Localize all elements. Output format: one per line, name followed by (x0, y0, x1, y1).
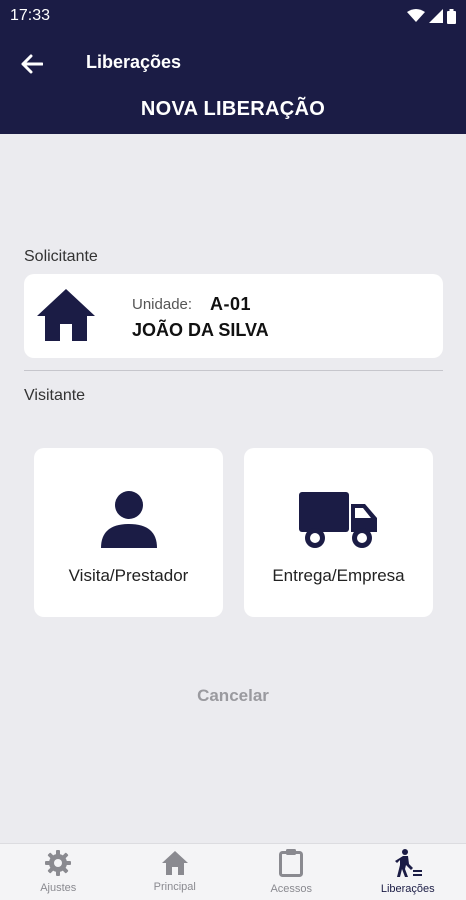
bottom-nav: Ajustes Principal Acessos Liberações (0, 843, 466, 900)
walking-person-icon (394, 849, 422, 877)
nav-item-acessos[interactable]: Acessos (233, 844, 350, 900)
delivery-company-option[interactable]: Entrega/Empresa (244, 448, 433, 617)
cancel-button[interactable]: Cancelar (0, 686, 466, 706)
page-title: Liberações (86, 52, 182, 72)
signal-icon (429, 9, 443, 23)
nav-label-principal: Principal (153, 881, 196, 893)
clipboard-icon (279, 849, 304, 877)
status-time: 17:33 (10, 7, 51, 24)
gear-icon (45, 850, 72, 876)
unit-value: A-01 (210, 294, 252, 314)
divider (24, 370, 443, 371)
nav-label-ajustes: Ajustes (40, 882, 77, 894)
visit-provider-label: Visita/Prestador (68, 566, 189, 585)
wifi-icon (407, 9, 425, 22)
arrow-left-icon (21, 54, 43, 74)
back-button[interactable] (16, 48, 48, 80)
visit-provider-option[interactable]: Visita/Prestador (34, 448, 223, 617)
requester-section-label: Solicitante (24, 248, 98, 265)
battery-icon (447, 8, 456, 24)
nav-item-principal[interactable]: Principal (117, 844, 234, 900)
app-header: Liberações NOVA LIBERAÇÃO (0, 32, 466, 134)
page-subtitle: NOVA LIBERAÇÃO (140, 98, 326, 120)
status-icons (407, 8, 456, 24)
person-icon (100, 491, 157, 548)
nav-item-liberacoes[interactable]: Liberações (350, 844, 466, 900)
house-icon (37, 289, 95, 341)
requester-card: Unidade: A-01 JOÃO DA SILVA (24, 274, 443, 358)
unit-label: Unidade: (132, 296, 193, 313)
resident-name: JOÃO DA SILVA (132, 320, 269, 340)
nav-label-acessos: Acessos (270, 883, 313, 895)
visitor-section-label: Visitante (24, 387, 86, 404)
status-bar: 17:33 (0, 0, 466, 32)
home-icon (161, 851, 188, 875)
truck-icon (298, 492, 377, 548)
nav-item-ajustes[interactable]: Ajustes (0, 844, 117, 900)
delivery-company-label: Entrega/Empresa (272, 566, 405, 585)
nav-label-liberacoes: Liberações (380, 883, 435, 895)
